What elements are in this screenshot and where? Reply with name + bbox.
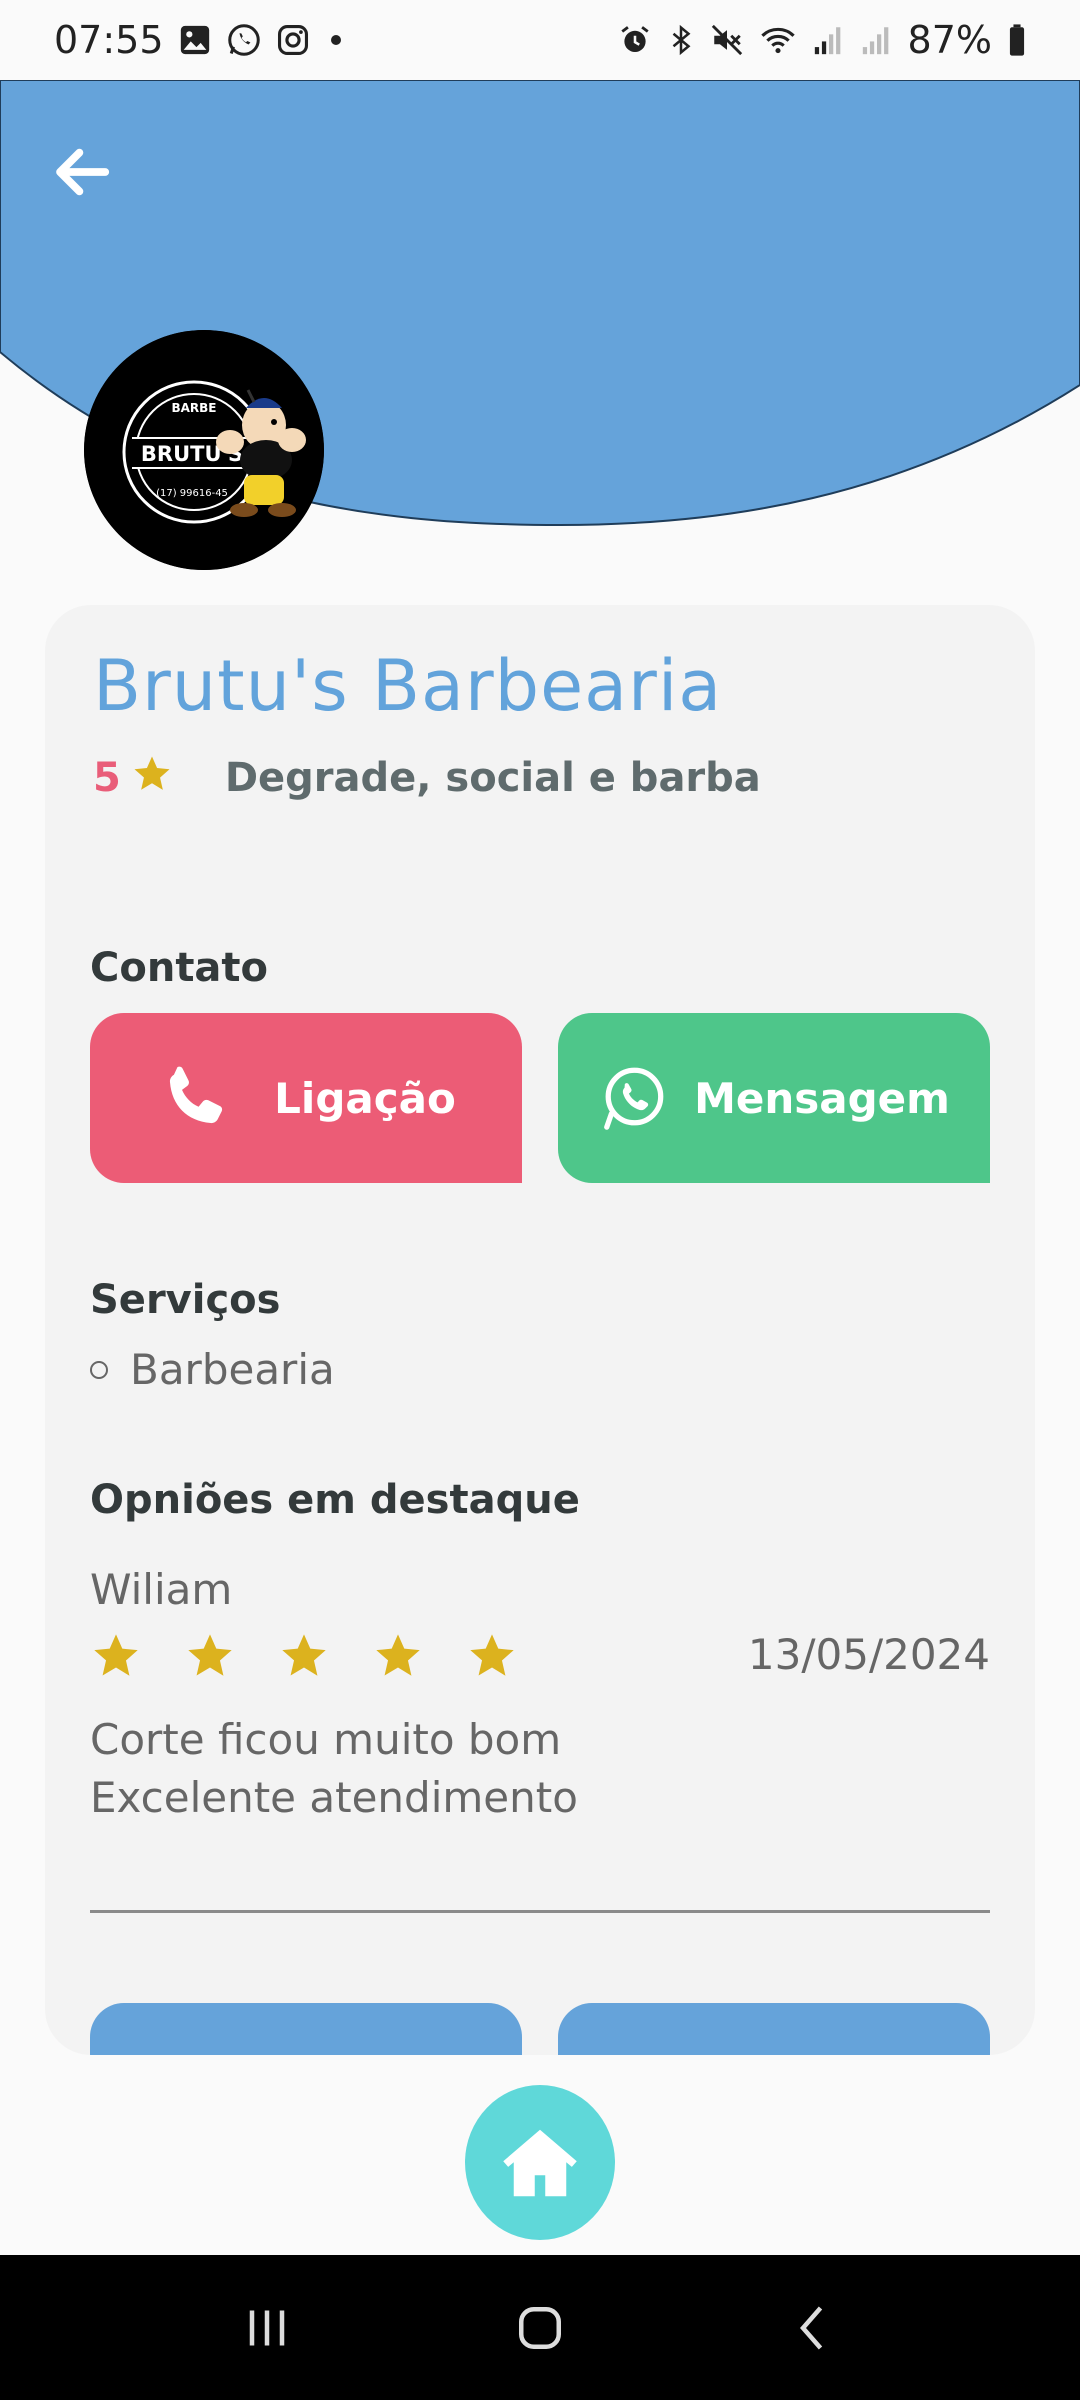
barbershop-logo: BARBE BRUTU'S (17) 99616-45 bbox=[84, 330, 324, 570]
gallery-icon bbox=[178, 23, 212, 57]
home-nav-button[interactable] bbox=[480, 2278, 600, 2378]
star-icon bbox=[282, 1634, 326, 1676]
contact-label: Contato bbox=[90, 945, 269, 991]
review-text-line: Excelente atendimento bbox=[90, 1773, 578, 1822]
star-icon bbox=[376, 1634, 420, 1676]
wifi-icon bbox=[758, 23, 798, 57]
rating-value: 5 bbox=[93, 755, 121, 801]
message-button[interactable]: Mensagem bbox=[558, 1013, 990, 1183]
phone-icon bbox=[170, 1066, 223, 1124]
message-button-label: Mensagem bbox=[694, 1073, 950, 1123]
review-date: 13/05/2024 bbox=[747, 1630, 990, 1679]
whatsapp-icon bbox=[604, 1067, 664, 1130]
recent-apps-icon bbox=[249, 2310, 284, 2345]
battery-icon bbox=[1006, 23, 1028, 57]
action-button[interactable] bbox=[90, 2003, 522, 2055]
back-nav-button[interactable] bbox=[753, 2278, 873, 2378]
alarm-icon bbox=[618, 23, 652, 57]
signal-icon bbox=[812, 23, 846, 57]
instagram-icon bbox=[276, 23, 310, 57]
home-icon bbox=[503, 2129, 577, 2196]
star-icon bbox=[470, 1634, 514, 1676]
call-button[interactable]: Ligação bbox=[90, 1013, 522, 1183]
call-button-label: Ligação bbox=[274, 1073, 456, 1123]
profile-card: Brutu's Barbearia 5 Degrade, social e ba… bbox=[45, 605, 1035, 2055]
business-tagline: Degrade, social e barba bbox=[224, 755, 761, 801]
back-button[interactable] bbox=[46, 136, 118, 208]
business-name: Brutu's Barbearia bbox=[93, 645, 723, 727]
status-right: 87% bbox=[618, 18, 1028, 62]
arrow-left-icon bbox=[56, 148, 110, 196]
bluetooth-icon bbox=[666, 23, 696, 57]
service-item: Barbearia bbox=[90, 1345, 335, 1394]
logo-bottom-text: (17) 99616-45 bbox=[156, 488, 228, 499]
review-author: Wiliam bbox=[90, 1565, 233, 1614]
review-stars bbox=[90, 1630, 518, 1682]
service-item-label: Barbearia bbox=[130, 1345, 335, 1394]
star-icon bbox=[131, 753, 173, 799]
services-label: Serviços bbox=[90, 1277, 281, 1323]
status-time: 07:55 bbox=[54, 18, 164, 62]
divider bbox=[90, 1910, 990, 1913]
battery-percent: 87% bbox=[907, 18, 992, 62]
back-nav-icon bbox=[800, 2306, 823, 2349]
system-nav-bar bbox=[0, 2255, 1080, 2400]
mute-icon bbox=[710, 23, 744, 57]
status-left: 07:55 bbox=[54, 18, 348, 62]
whatsapp-icon bbox=[226, 22, 262, 58]
star-icon bbox=[188, 1634, 232, 1676]
bullet-icon bbox=[90, 1360, 108, 1379]
review-text-line: Corte ficou muito bom bbox=[90, 1715, 562, 1764]
home-button[interactable] bbox=[465, 2085, 615, 2240]
home-nav-icon bbox=[518, 2306, 561, 2349]
star-icon bbox=[94, 1634, 138, 1676]
recent-apps-button[interactable] bbox=[207, 2278, 327, 2378]
rating-row: 5 Degrade, social e barba bbox=[93, 755, 761, 801]
dot-icon bbox=[324, 28, 348, 52]
signal-icon bbox=[860, 23, 894, 57]
reviews-label: Opniões em destaque bbox=[90, 1477, 580, 1523]
action-button[interactable] bbox=[558, 2003, 990, 2055]
logo-top-text: BARBE bbox=[171, 401, 216, 415]
status-bar: 07:55 87% bbox=[0, 0, 1080, 80]
